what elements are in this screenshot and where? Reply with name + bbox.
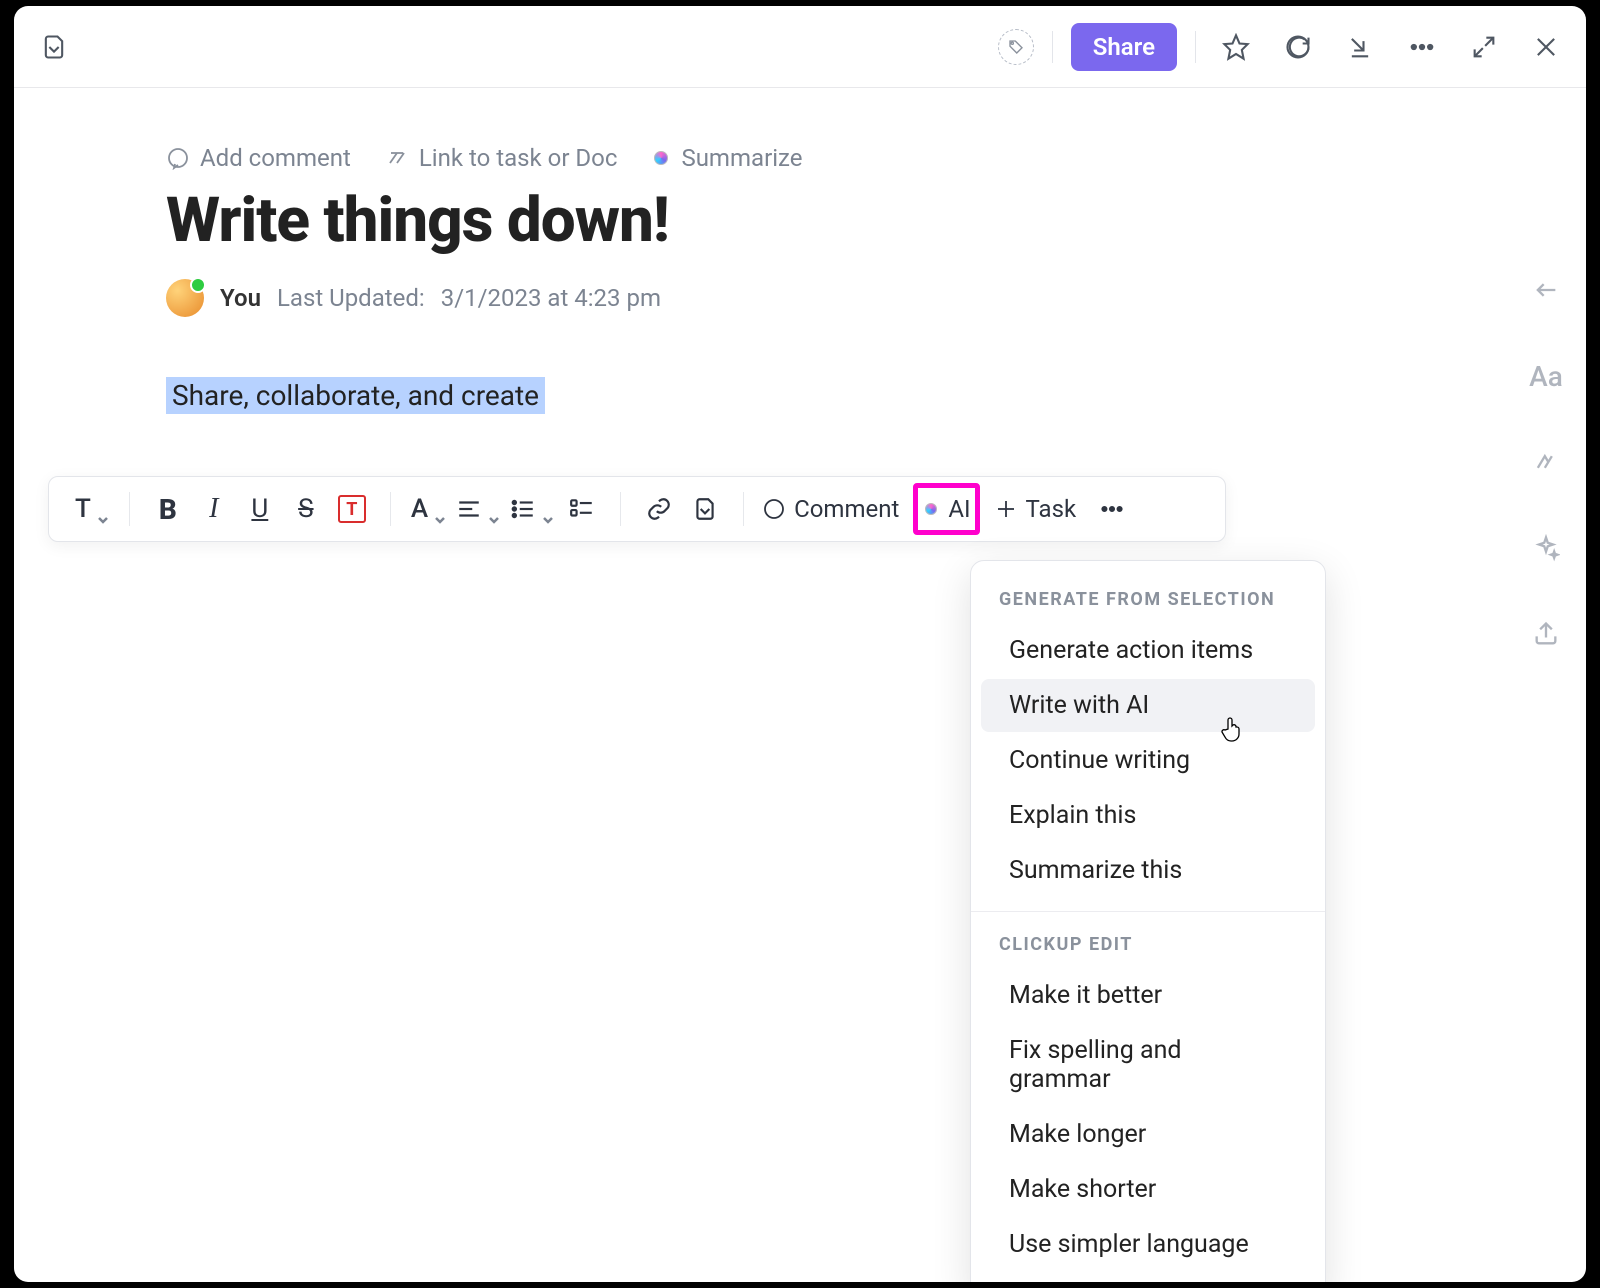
cursor-pointer-icon <box>1220 715 1244 745</box>
doc-title[interactable]: Write things down! <box>166 184 1434 257</box>
separator <box>1195 31 1196 63</box>
side-rail: Aa <box>1526 270 1566 654</box>
doc-content: Add comment Link to task or Doc Summariz… <box>14 88 1586 414</box>
summarize-label: Summarize <box>681 144 802 172</box>
ai-menu-item[interactable]: Continue writing <box>981 734 1315 787</box>
ai-menu-item[interactable]: Use simpler language <box>981 1218 1315 1271</box>
underline-button[interactable]: U <box>238 487 282 531</box>
font-dropdown[interactable]: A <box>407 487 450 531</box>
download-icon[interactable] <box>1338 25 1382 69</box>
separator <box>390 492 391 526</box>
comment-bubble-icon[interactable] <box>1276 25 1320 69</box>
more-icon[interactable] <box>1400 25 1444 69</box>
comment-button[interactable]: Comment <box>752 487 909 531</box>
share-rail-icon[interactable] <box>1526 614 1566 654</box>
ai-menu-item[interactable]: Make it better <box>981 969 1315 1022</box>
sparkle-icon[interactable] <box>1526 528 1566 568</box>
ai-icon <box>651 148 671 168</box>
ai-menu-item[interactable]: Fix spelling and grammar <box>981 1024 1315 1106</box>
align-dropdown[interactable] <box>452 487 504 531</box>
add-comment-action[interactable]: Add comment <box>166 144 351 172</box>
comment-label: Comment <box>794 495 899 523</box>
ai-menu-item[interactable]: Summarize this <box>981 844 1315 897</box>
chevron-down-icon <box>542 503 554 515</box>
add-comment-label: Add comment <box>200 144 351 172</box>
selected-text[interactable]: Share, collaborate, and create <box>166 377 545 414</box>
separator <box>743 492 744 526</box>
topbar: Share <box>14 6 1586 88</box>
strikethrough-button[interactable]: S <box>284 487 328 531</box>
ai-label: AI <box>948 495 970 523</box>
task-label: Task <box>1026 495 1077 523</box>
doc-icon[interactable] <box>32 25 76 69</box>
separator <box>620 492 621 526</box>
separator <box>1052 31 1053 63</box>
chevron-down-icon <box>434 503 446 515</box>
close-icon[interactable] <box>1524 25 1568 69</box>
author-avatar[interactable] <box>166 279 204 317</box>
chevron-down-icon <box>97 503 109 515</box>
bold-button[interactable]: B <box>146 487 190 531</box>
expand-icon[interactable] <box>1462 25 1506 69</box>
ai-icon <box>922 500 940 518</box>
text-color-button[interactable]: T <box>330 487 374 531</box>
doc-quick-actions: Add comment Link to task or Doc Summariz… <box>166 144 1434 172</box>
editor-toolbar: T B I U S T A <box>48 476 1226 542</box>
author-label: You <box>220 284 261 312</box>
link-task-label: Link to task or Doc <box>419 144 618 172</box>
color-box-icon: T <box>338 495 366 523</box>
share-button[interactable]: Share <box>1071 23 1177 71</box>
last-updated-value: 3/1/2023 at 4:23 pm <box>441 284 661 312</box>
doc-meta: You Last Updated: 3/1/2023 at 4:23 pm <box>166 279 1434 317</box>
collapse-rail-icon[interactable] <box>1526 270 1566 310</box>
ai-dropdown-menu: GENERATE FROM SELECTION Generate action … <box>970 560 1326 1282</box>
ai-menu-item[interactable]: Write with AI <box>981 679 1315 732</box>
ai-menu-item[interactable]: Make longer <box>981 1108 1315 1161</box>
tag-button[interactable] <box>998 29 1034 65</box>
italic-button[interactable]: I <box>192 487 236 531</box>
last-updated-label: Last Updated: <box>277 284 425 312</box>
link-button[interactable] <box>637 487 681 531</box>
ai-menu-item[interactable]: Make shorter <box>981 1163 1315 1216</box>
star-icon[interactable] <box>1214 25 1258 69</box>
summarize-action[interactable]: Summarize <box>651 144 802 172</box>
chevron-down-icon <box>488 503 500 515</box>
separator <box>129 492 130 526</box>
link-task-action[interactable]: Link to task or Doc <box>385 144 618 172</box>
ai-menu-section-title: CLICKUP EDIT <box>971 924 1325 967</box>
templates-icon[interactable] <box>1526 442 1566 482</box>
task-button[interactable]: Task <box>984 487 1087 531</box>
menu-divider <box>971 911 1325 912</box>
ai-menu-section-title: GENERATE FROM SELECTION <box>971 579 1325 622</box>
typography-button[interactable]: Aa <box>1526 356 1566 396</box>
ai-button[interactable]: AI <box>913 483 979 535</box>
text-style-dropdown[interactable]: T <box>71 487 113 531</box>
ai-menu-item[interactable]: Generate action items <box>981 624 1315 677</box>
checklist-button[interactable] <box>560 487 604 531</box>
ai-menu-item[interactable]: Explain this <box>981 789 1315 842</box>
more-toolbar-button[interactable] <box>1090 487 1134 531</box>
embed-doc-button[interactable] <box>683 487 727 531</box>
bullet-list-dropdown[interactable] <box>506 487 558 531</box>
